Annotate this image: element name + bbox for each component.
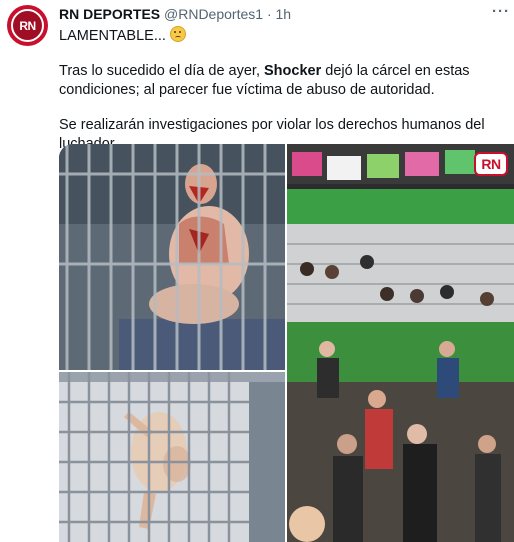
tweet-text-line1: LAMENTABLE... <box>59 26 509 46</box>
tweet[interactable]: RN RN DEPORTES @RNDeportes1 · 1h ··· LAM… <box>0 0 514 542</box>
avatar[interactable]: RN <box>7 5 48 46</box>
cell-photo-graphic <box>287 144 514 542</box>
photo-cell-bottom-left[interactable] <box>59 372 285 542</box>
tweet-paragraph-1: Tras lo sucedido el día de ayer, Shocker… <box>59 62 509 100</box>
cell-photo-graphic <box>59 144 285 370</box>
wrestler-name: Shocker <box>264 63 322 79</box>
more-options-icon[interactable]: ··· <box>492 3 510 20</box>
display-name[interactable]: RN DEPORTES <box>59 6 160 22</box>
tweet-headline: LAMENTABLE... <box>59 28 166 44</box>
rn-watermark-logo: RN <box>474 152 508 176</box>
cell-photo-graphic <box>59 372 285 542</box>
photo-cell-top-left[interactable] <box>59 144 285 370</box>
photo-cell-right[interactable]: RN <box>287 144 514 542</box>
avatar-logo: RN <box>11 9 44 42</box>
user-handle[interactable]: @RNDeportes1 <box>164 6 263 22</box>
separator: · <box>266 6 272 22</box>
para1-start: Tras lo sucedido el día de ayer, <box>59 63 264 79</box>
timestamp[interactable]: 1h <box>276 6 292 22</box>
confused-face-emoji-icon <box>169 26 186 42</box>
tweet-header: RN DEPORTES @RNDeportes1 · 1h <box>59 6 291 22</box>
media-grid[interactable]: RN <box>59 144 514 542</box>
